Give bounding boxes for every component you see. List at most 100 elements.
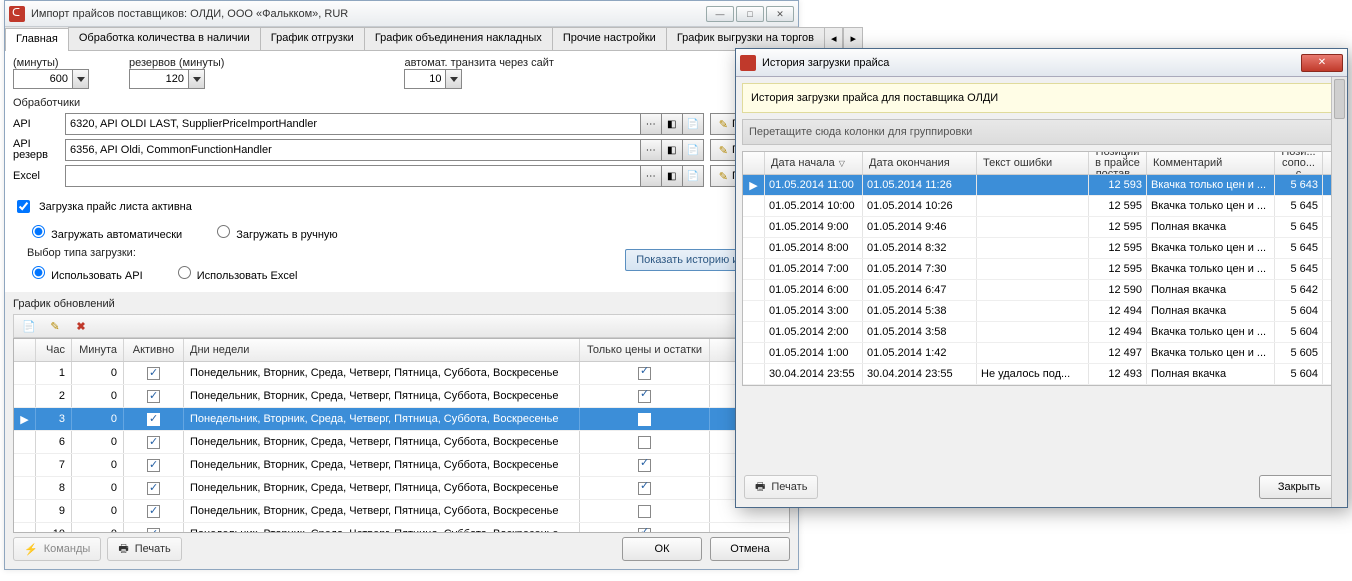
dropdown-icon[interactable] <box>73 69 89 89</box>
excel-label: Excel <box>13 170 59 182</box>
col-start-date[interactable]: Дата начала▽ <box>765 152 863 174</box>
schedule-grid: Час Минута Активно Дни недели Только цен… <box>13 338 790 533</box>
radio-use-excel[interactable]: Использовать Excel <box>173 263 298 282</box>
history-dialog: История загрузки прайса ✕ История загруз… <box>735 48 1348 508</box>
history-row[interactable]: ▶01.05.2014 11:0001.05.2014 11:2612 593В… <box>743 175 1340 196</box>
col-error-text[interactable]: Текст ошибки <box>977 152 1089 174</box>
open-button[interactable]: 📄 <box>682 139 704 161</box>
schedule-row[interactable]: 100Понедельник, Вторник, Среда, Четверг,… <box>14 523 789 532</box>
edit-row-icon[interactable]: ✎ <box>46 317 64 335</box>
clear-button[interactable]: ◧ <box>661 113 683 135</box>
label-minutes: (минуты) <box>13 57 89 69</box>
history-row[interactable]: 01.05.2014 1:0001.05.2014 1:4212 497Вкач… <box>743 343 1340 364</box>
schedule-toolbar: 📄 ✎ ✖ <box>13 314 790 338</box>
minutes-combo[interactable] <box>13 69 89 89</box>
open-button[interactable]: 📄 <box>682 165 704 187</box>
api-reserve-input[interactable] <box>65 139 641 161</box>
col-days[interactable]: Дни недели <box>184 339 580 361</box>
clear-button[interactable]: ◧ <box>661 139 683 161</box>
schedule-row[interactable]: ▶30Понедельник, Вторник, Среда, Четверг,… <box>14 408 789 431</box>
group-panel[interactable]: Перетащите сюда колонки для группировки <box>742 119 1341 145</box>
minutes-input[interactable] <box>13 69 73 89</box>
dialog-title: История загрузки прайса <box>762 57 889 69</box>
history-row[interactable]: 01.05.2014 3:0001.05.2014 5:3812 494Полн… <box>743 301 1340 322</box>
commands-button: ⚡ Команды <box>13 537 101 561</box>
col-active[interactable]: Активно <box>124 339 184 361</box>
dialog-scrollbar[interactable] <box>1331 77 1347 507</box>
tab-4[interactable]: Прочие настройки <box>552 27 667 50</box>
tab-scroll-left[interactable]: ◂ <box>824 27 844 50</box>
col-marker[interactable] <box>743 152 765 174</box>
schedule-row[interactable]: 10Понедельник, Вторник, Среда, Четверг, … <box>14 362 789 385</box>
history-grid: Дата начала▽ Дата окончания Текст ошибки… <box>742 151 1341 386</box>
radio-load-manual[interactable]: Загружать в ручную <box>212 222 337 241</box>
history-row[interactable]: 01.05.2014 10:0001.05.2014 10:2612 595Вк… <box>743 196 1340 217</box>
history-row[interactable]: 01.05.2014 6:0001.05.2014 6:4712 590Полн… <box>743 280 1340 301</box>
handlers-label: Обработчики <box>13 97 790 109</box>
api-input[interactable] <box>65 113 641 135</box>
api-label: API <box>13 118 59 130</box>
history-row[interactable]: 01.05.2014 7:0001.05.2014 7:3012 595Вкач… <box>743 259 1340 280</box>
delete-row-icon[interactable]: ✖ <box>72 317 90 335</box>
col-minute[interactable]: Минута <box>72 339 124 361</box>
label-reserve-minutes: резервов (минуты) <box>129 57 224 69</box>
col-marker[interactable] <box>14 339 36 361</box>
col-matched[interactable]: Пози... сопо... с <box>1275 152 1323 174</box>
history-row[interactable]: 30.04.2014 23:5530.04.2014 23:55Не удало… <box>743 364 1340 385</box>
ellipsis-button[interactable]: ⋯ <box>640 113 662 135</box>
ellipsis-button[interactable]: ⋯ <box>640 165 662 187</box>
dialog-close-bottom-button[interactable]: Закрыть <box>1259 475 1339 499</box>
clear-button[interactable]: ◧ <box>661 165 683 187</box>
schedule-row[interactable]: 80Понедельник, Вторник, Среда, Четверг, … <box>14 477 789 500</box>
label-auto-transit: автомат. транзита через сайт <box>404 57 554 69</box>
load-active-checkbox[interactable] <box>17 200 30 213</box>
minimize-button[interactable]: — <box>706 6 734 22</box>
dialog-print-button[interactable]: 🖶 Печать <box>744 475 818 499</box>
ok-button[interactable]: ОК <box>622 537 702 561</box>
main-window: Импорт прайсов поставщиков: ОЛДИ, ООО «Ф… <box>4 0 799 570</box>
tab-1[interactable]: Обработка количества в наличии <box>68 27 261 50</box>
reserves-input[interactable] <box>129 69 189 89</box>
close-button[interactable]: ✕ <box>766 6 794 22</box>
transit-combo[interactable] <box>404 69 462 89</box>
schedule-row[interactable]: 60Понедельник, Вторник, Среда, Четверг, … <box>14 431 789 454</box>
history-row[interactable]: 01.05.2014 9:0001.05.2014 9:4612 595Полн… <box>743 217 1340 238</box>
radio-load-auto[interactable]: Загружать автоматически <box>27 222 182 241</box>
col-hour[interactable]: Час <box>36 339 72 361</box>
print-button[interactable]: 🖶 Печать <box>107 537 181 561</box>
history-row[interactable]: 01.05.2014 8:0001.05.2014 8:3212 595Вкач… <box>743 238 1340 259</box>
tab-scroll-right[interactable]: ▸ <box>843 27 863 50</box>
col-end-date[interactable]: Дата окончания <box>863 152 977 174</box>
tab-5[interactable]: График выгрузки на торгов <box>666 27 825 50</box>
history-row[interactable]: 01.05.2014 2:0001.05.2014 3:5812 494Вкач… <box>743 322 1340 343</box>
tab-2[interactable]: График отгрузки <box>260 27 365 50</box>
ellipsis-button[interactable]: ⋯ <box>640 139 662 161</box>
reserves-combo[interactable] <box>129 69 205 89</box>
col-prices-only[interactable]: Только цены и остатки <box>580 339 710 361</box>
excel-input[interactable] <box>65 165 641 187</box>
api-reserve-label: API резерв <box>13 139 59 161</box>
schedule-label: График обновлений <box>13 298 798 310</box>
app-logo-icon <box>740 55 756 71</box>
new-row-icon[interactable]: 📄 <box>20 317 38 335</box>
dialog-info-banner: История загрузки прайса для поставщика О… <box>742 83 1341 113</box>
dialog-close-button[interactable]: ✕ <box>1301 54 1343 72</box>
dialog-titlebar[interactable]: История загрузки прайса ✕ <box>736 49 1347 77</box>
dropdown-icon[interactable] <box>189 69 205 89</box>
radio-use-api[interactable]: Использовать API <box>27 263 143 282</box>
cancel-button[interactable]: Отмена <box>710 537 790 561</box>
window-title: Импорт прайсов поставщиков: ОЛДИ, ООО «Ф… <box>31 8 706 20</box>
open-button[interactable]: 📄 <box>682 113 704 135</box>
tab-bar: ГлавнаяОбработка количества в наличииГра… <box>5 27 798 51</box>
dropdown-icon[interactable] <box>446 69 462 89</box>
col-comment[interactable]: Комментарий <box>1147 152 1275 174</box>
titlebar[interactable]: Импорт прайсов поставщиков: ОЛДИ, ООО «Ф… <box>5 1 798 27</box>
schedule-row[interactable]: 90Понедельник, Вторник, Среда, Четверг, … <box>14 500 789 523</box>
tab-0[interactable]: Главная <box>5 28 69 51</box>
transit-input[interactable] <box>404 69 446 89</box>
col-positions[interactable]: Позиций в прайсе постав... <box>1089 152 1147 174</box>
maximize-button[interactable]: □ <box>736 6 764 22</box>
tab-3[interactable]: График объединения накладных <box>364 27 553 50</box>
schedule-row[interactable]: 20Понедельник, Вторник, Среда, Четверг, … <box>14 385 789 408</box>
schedule-row[interactable]: 70Понедельник, Вторник, Среда, Четверг, … <box>14 454 789 477</box>
